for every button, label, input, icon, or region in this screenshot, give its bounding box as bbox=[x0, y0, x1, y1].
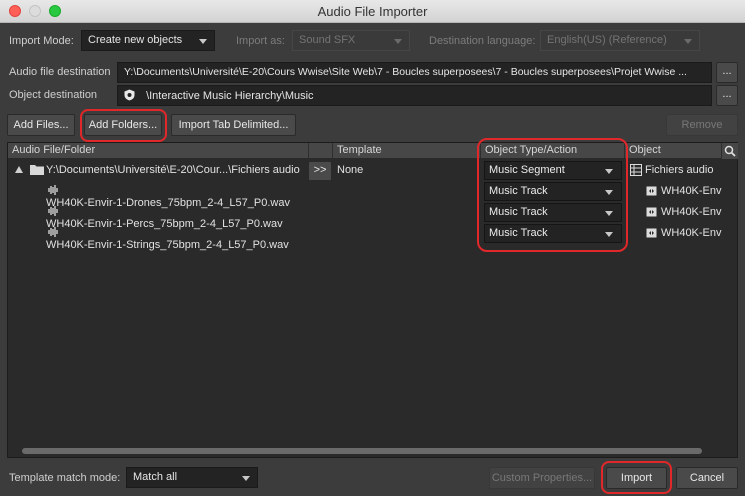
destination-language-select: English(US) (Reference) bbox=[540, 30, 700, 51]
file-name: WH40K-Envir-1-Strings_75bpm_2-4_L57_P0.w… bbox=[46, 239, 289, 251]
chevron-down-icon bbox=[199, 39, 207, 44]
music-track-icon bbox=[646, 207, 657, 220]
audio-file-destination-label: Audio file destination bbox=[9, 66, 111, 78]
table-row[interactable]: WH40K-Envir-1-Strings_75bpm_2-4_L57_P0.w… bbox=[46, 227, 289, 251]
import-as-value: Sound SFX bbox=[299, 34, 356, 46]
chevron-down-icon bbox=[242, 476, 250, 481]
header-object[interactable]: Object bbox=[625, 143, 722, 159]
remove-button: Remove bbox=[666, 114, 738, 136]
expand-columns-button[interactable]: >> bbox=[308, 161, 332, 181]
add-folders-highlight bbox=[80, 109, 167, 142]
window-title: Audio File Importer bbox=[317, 4, 428, 19]
scrollbar-thumb[interactable] bbox=[22, 448, 702, 454]
header-template[interactable]: Template bbox=[333, 143, 481, 159]
chevron-down-icon bbox=[394, 39, 402, 44]
folder-object-name: Fichiers audio bbox=[645, 164, 714, 176]
music-track-icon bbox=[646, 186, 657, 199]
audio-destination-browse-button[interactable]: ... bbox=[716, 62, 738, 83]
folder-path[interactable]: Y:\Documents\Université\E-20\Cour...\Fic… bbox=[46, 164, 304, 176]
chevron-down-icon bbox=[684, 39, 692, 44]
file-object-name: WH40K-Envir bbox=[661, 227, 722, 239]
music-hierarchy-icon bbox=[124, 89, 135, 101]
object-destination-browse-button[interactable]: ... bbox=[716, 85, 738, 106]
waveform-icon bbox=[46, 227, 59, 237]
import-mode-value: Create new objects bbox=[88, 34, 183, 46]
destination-language-value: English(US) (Reference) bbox=[547, 34, 667, 46]
object-type-highlight bbox=[477, 138, 628, 252]
destination-language-label: Destination language: bbox=[429, 35, 536, 47]
music-track-icon bbox=[646, 228, 657, 241]
file-object-name: WH40K-Envir bbox=[661, 206, 722, 218]
file-object-name: WH40K-Envir bbox=[661, 185, 722, 197]
header-audio-file[interactable]: Audio File/Folder bbox=[8, 143, 309, 159]
object-destination-value: \Interactive Music Hierarchy\Music bbox=[146, 90, 314, 102]
template-match-select[interactable]: Match all bbox=[126, 467, 258, 488]
import-as-label: Import as: bbox=[236, 35, 285, 47]
cancel-button[interactable]: Cancel bbox=[676, 467, 738, 489]
add-files-button[interactable]: Add Files... bbox=[7, 114, 75, 136]
template-match-value: Match all bbox=[133, 471, 178, 483]
import-highlight bbox=[601, 461, 672, 494]
table-search-icon[interactable] bbox=[722, 143, 738, 159]
waveform-icon bbox=[46, 206, 59, 216]
music-segment-icon bbox=[630, 164, 642, 179]
import-tab-delimited-button[interactable]: Import Tab Delimited... bbox=[171, 114, 296, 136]
custom-properties-button: Custom Properties... bbox=[489, 467, 595, 489]
import-mode-select[interactable]: Create new objects bbox=[81, 30, 215, 51]
collapse-triangle-icon[interactable] bbox=[15, 166, 23, 173]
header-expand bbox=[309, 143, 333, 159]
waveform-icon bbox=[46, 185, 59, 195]
template-match-label: Template match mode: bbox=[9, 472, 121, 484]
import-mode-label: Import Mode: bbox=[9, 35, 74, 47]
import-as-select: Sound SFX bbox=[292, 30, 410, 51]
object-destination-label: Object destination bbox=[9, 89, 98, 101]
folder-icon bbox=[30, 164, 44, 178]
folder-template[interactable]: None bbox=[337, 164, 363, 176]
object-destination-field[interactable]: \Interactive Music Hierarchy\Music bbox=[117, 85, 712, 106]
audio-file-destination-field[interactable]: Y:\Documents\Université\E-20\Cours Wwise… bbox=[117, 62, 712, 83]
